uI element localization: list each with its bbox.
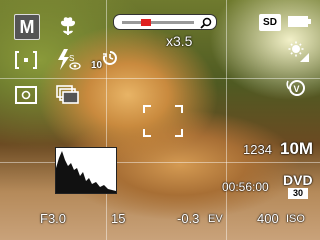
shooting-mode-badge[interactable]: M	[14, 14, 40, 40]
shutter-speed[interactable]: 15	[111, 211, 125, 226]
frame-rate: 30	[288, 188, 308, 199]
flash-redeye-icon[interactable]: S	[56, 48, 82, 77]
aperture-value[interactable]: F3.0	[40, 211, 66, 226]
spot-metering-icon[interactable]	[15, 50, 37, 75]
focus-frame	[143, 105, 183, 142]
iso-value[interactable]: 400	[257, 211, 279, 226]
zoom-bar[interactable]	[113, 14, 217, 30]
grid-line-right	[226, 0, 227, 240]
zoom-track	[122, 21, 194, 24]
svg-text:V: V	[294, 84, 300, 94]
remaining-shots: 1234	[243, 142, 272, 157]
battery-full-icon	[288, 16, 311, 27]
continuous-shooting-icon[interactable]	[56, 85, 80, 110]
white-balance-icon[interactable]	[288, 41, 310, 68]
grid-line-left	[106, 0, 107, 240]
exposure-unit: EV	[208, 213, 223, 225]
recording-time: 00:56:00	[222, 180, 269, 194]
iso-unit: ISO	[286, 213, 305, 225]
video-format-label: DVD	[283, 172, 313, 188]
zoom-level-indicator	[140, 19, 151, 26]
image-size: 10M	[280, 139, 314, 158]
macro-flower-icon[interactable]	[59, 15, 77, 42]
exposure-value[interactable]: -0.3	[177, 211, 199, 226]
stabilizer-icon[interactable]: V	[283, 77, 309, 102]
svg-text:S: S	[69, 54, 74, 63]
af-frame-icon[interactable]	[15, 86, 37, 109]
camera-viewfinder: M x3.5 SD S 10 V 1234 10M 00:56:00 DVD 3…	[0, 0, 320, 240]
video-format: DVD 30	[283, 172, 313, 200]
histogram	[55, 147, 117, 194]
zoom-magnifier-icon	[200, 16, 212, 34]
storage-badge: SD	[259, 14, 281, 31]
self-timer-icon[interactable]	[101, 49, 119, 72]
grid-line-top	[0, 78, 320, 79]
zoom-ratio: x3.5	[166, 33, 193, 49]
grid-line-bottom	[0, 162, 320, 163]
